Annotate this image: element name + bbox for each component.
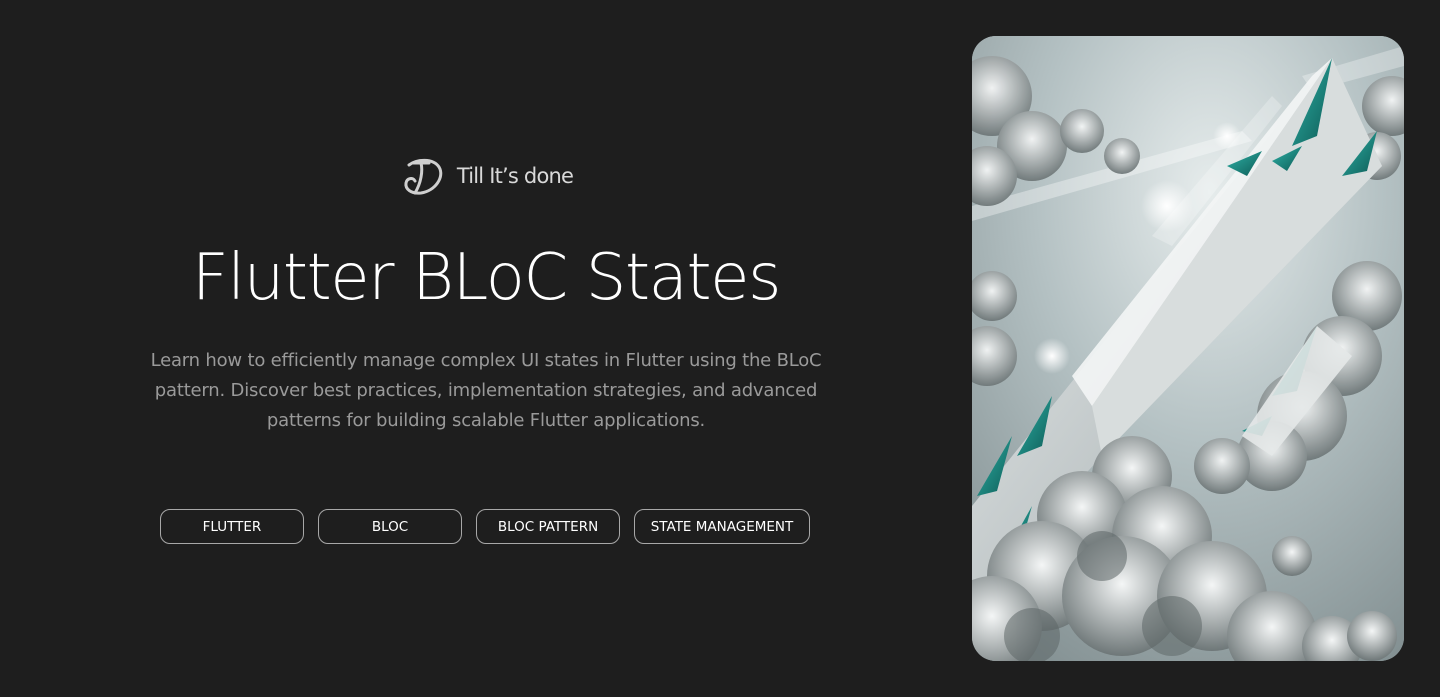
tag-bloc[interactable]: BLOC xyxy=(318,509,462,544)
page: Till It’s done Flutter BLoC States Learn… xyxy=(0,0,1440,697)
brand-name: Till It’s done xyxy=(456,164,574,188)
brand[interactable]: Till It’s done xyxy=(150,155,822,197)
tag-state-management[interactable]: STATE MANAGEMENT xyxy=(634,509,810,544)
hero-text-section: Till It’s done Flutter BLoC States Learn… xyxy=(150,0,822,697)
page-description: Learn how to efficiently manage complex … xyxy=(150,350,822,431)
tag-flutter[interactable]: FLUTTER xyxy=(160,509,304,544)
crystal-building-illustration xyxy=(972,36,1404,661)
page-title: Flutter BLoC States xyxy=(191,241,782,315)
td-monogram-icon xyxy=(404,158,443,195)
tag-list: FLUTTER BLOC BLOC PATTERN STATE MANAGEME… xyxy=(160,509,820,544)
tag-bloc-pattern[interactable]: BLOC PATTERN xyxy=(476,509,620,544)
hero-image xyxy=(972,36,1404,661)
